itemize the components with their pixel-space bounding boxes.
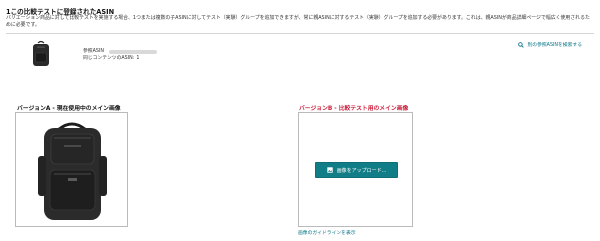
same-content-count: 1: [136, 56, 140, 61]
image-upload-icon: [326, 167, 333, 173]
reference-asin-value-redacted: [108, 49, 157, 54]
divider: [6, 33, 594, 34]
search-other-asin-link[interactable]: 別の参照ASINを検索する: [518, 41, 582, 48]
version-a-title: バージョンA - 現在使用中のメイン画像: [17, 106, 121, 112]
backpack-thumbnail-icon: [30, 40, 52, 68]
version-b-image-box: 画像をアップロード...: [298, 112, 413, 227]
reference-asin-label: 参照ASIN: [83, 49, 104, 54]
asin-info: 参照ASIN 同じコンテンツのASIN: 1: [83, 48, 157, 62]
version-a-image-box: [15, 112, 128, 227]
upload-image-button[interactable]: 画像をアップロード...: [315, 162, 398, 178]
page: 1この比較テストに登録されたASIN バリエーション商品に対して比較テストを実施…: [0, 0, 600, 241]
upload-image-label: 画像をアップロード...: [336, 167, 387, 174]
search-other-asin-label: 別の参照ASINを検索する: [527, 43, 582, 48]
same-content-label: 同じコンテンツのASIN:: [83, 56, 135, 61]
search-icon: [518, 41, 525, 48]
page-description: バリエーション商品に対して比較テストを実施する場合、1つまたは複数の子ASINに…: [6, 15, 590, 28]
version-b-title: バージョンB - 比較テスト用のメイン画像: [299, 106, 409, 112]
backpack-image-icon: [38, 122, 107, 220]
reference-asin-row: 参照ASIN 同じコンテンツのASIN: 1 別の参照ASINを検索する: [6, 38, 594, 72]
image-guidelines-link[interactable]: 画像のガイドラインを表示: [298, 229, 356, 236]
